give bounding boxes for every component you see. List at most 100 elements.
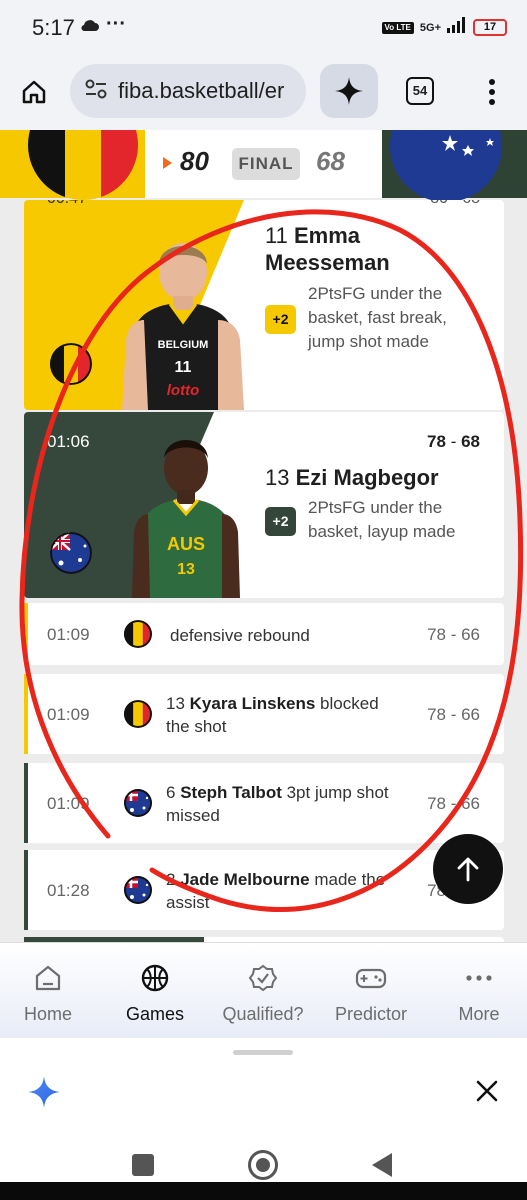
player-last-name: Meesseman [265,250,390,275]
more-vert-icon [489,79,495,105]
points-badge: +2 [265,507,296,536]
arrow-up-icon [457,857,479,882]
gamepad-icon [355,968,387,989]
home-score: 80 [180,146,209,176]
team-edge [24,850,28,930]
play-time: 01:09 [47,625,90,644]
play-row[interactable]: 01:28 2 Jade Melbourne made the assist 7… [24,850,504,930]
back-button[interactable] [372,1153,392,1177]
player-link[interactable]: Jade Melbourne [180,870,309,889]
status-dots: ··· [106,13,126,35]
scroll-to-top-button[interactable] [433,834,503,904]
team-edge [24,674,28,754]
battery-icon: 17 [473,19,507,36]
url-text: fiba.basketball/er [118,78,285,103]
play-time: 00:47 [47,200,87,208]
winner-arrow-icon [163,157,172,169]
browser-home-button[interactable] [16,74,52,110]
sparkle-icon [335,77,363,105]
play-row[interactable]: 01:09 defensive rebound 78 - 66 [24,603,504,665]
sheet-drag-handle[interactable] [233,1050,293,1055]
tab-label: Qualified? [222,1004,304,1024]
tab-label: Games [125,1004,185,1024]
tab-label: More [458,1004,500,1024]
game-status-badge: FINAL [232,148,300,180]
jersey-number: 13 [177,561,195,578]
close-button[interactable] [472,1076,502,1106]
play-score: 78 - 68 [427,432,480,451]
play-time: 01:09 [47,794,90,813]
player-number: 11 [265,223,288,248]
more-icon [466,975,492,981]
badge-check-icon [248,964,278,992]
play-score: 78 - 66 [427,705,480,724]
play-card-magbegor[interactable]: 01:06 78 - 68 AUS 13 13 Ezi Magbegor +2 … [24,412,504,598]
tab-predictor[interactable]: Predictor [321,963,421,1025]
play-time: 01:09 [47,705,90,724]
recents-button[interactable] [132,1154,154,1176]
status-bar: 5:17 ··· Vo LTE 5G+ 17 [0,0,527,56]
player-photo-magbegor: AUS 13 [132,428,240,598]
play-row[interactable]: 01:09 6 Steph Talbot 3pt jump shot misse… [24,763,504,843]
play-time: 01:28 [47,881,90,900]
player-link[interactable]: Steph Talbot [180,783,282,802]
network-label: 5G+ [419,21,441,34]
play-description: 2PtsFG under the basket, layup made [308,498,456,541]
play-description: 2PtsFG under the basket, fast break, jum… [308,284,447,351]
browser-toolbar: fiba.basketball/er 54 [0,56,527,130]
player-photo-meesseman: BELGIUM 11 lotto [122,230,244,410]
app-tab-bar: Home Games Qualified? Predictor More [0,942,527,1038]
belgium-flag-icon [50,343,92,385]
play-score: 80 - 68 [430,200,480,208]
player-link[interactable]: Kyara Linskens [190,694,316,713]
play-text: 2 Jade Melbourne made the assist [166,870,386,912]
bottom-edge [0,1182,527,1200]
play-text: 6 Steph Talbot 3pt jump shot missed [166,783,389,825]
game-page[interactable]: 80 FINAL 68 00:47 80 - 68 BELGIUM 11 lot… [0,130,527,942]
cloud-icon [80,18,100,37]
player-name: 11 Emma Meesseman [265,222,390,276]
play-time: 01:06 [47,432,90,451]
gemini-button[interactable] [320,64,378,118]
tab-switcher-button[interactable]: 54 [406,77,434,105]
away-score: 68 [316,146,345,176]
home-nav-button[interactable] [248,1150,278,1180]
close-icon [476,1080,498,1102]
belgium-flag-icon [124,700,152,728]
browser-menu-button[interactable] [480,74,504,110]
tab-label: Predictor [334,1004,408,1024]
team-edge [24,603,28,665]
play-text: defensive rebound [170,626,310,645]
signal-icon [447,17,467,38]
jersey-number: 11 [175,359,192,376]
home-icon [22,80,46,104]
player-first-name: Emma [293,223,361,248]
player-number: 13 [265,465,290,490]
play-card-meesseman[interactable]: 00:47 80 - 68 BELGIUM 11 lotto 11 Emma M… [24,200,504,410]
address-bar[interactable]: fiba.basketball/er [70,64,306,118]
play-text: 13 Kyara Linskens blocked the shot [166,694,379,736]
status-indicators: Vo LTE 5G+ 17 [381,17,507,38]
home-icon [35,965,61,991]
jersey-sponsor: lotto [167,382,199,399]
tab-more[interactable]: More [429,963,527,1025]
jersey-country: BELGIUM [158,339,209,351]
site-settings-icon[interactable] [84,78,108,105]
points-badge: +2 [265,305,296,334]
tab-label: Home [23,1004,72,1024]
belgium-flag-icon [124,620,152,648]
australia-flag-icon [50,532,92,574]
status-time: 5:17 [32,15,75,40]
basketball-icon [141,964,169,992]
play-row[interactable]: 01:09 13 Kyara Linskens blocked the shot… [24,674,504,754]
tab-qualified[interactable]: Qualified? [213,963,313,1025]
australia-flag-icon [124,876,152,904]
volte-icon: Vo LTE [381,21,414,34]
team-edge [24,763,28,843]
play-score: 78 - 66 [427,625,480,644]
gemini-icon[interactable] [26,1074,62,1115]
scoreboard: 80 FINAL 68 [0,130,527,202]
tab-games[interactable]: Games [105,963,205,1025]
tab-home[interactable]: Home [0,963,98,1025]
player-name: 13 Ezi Magbegor [265,464,439,491]
